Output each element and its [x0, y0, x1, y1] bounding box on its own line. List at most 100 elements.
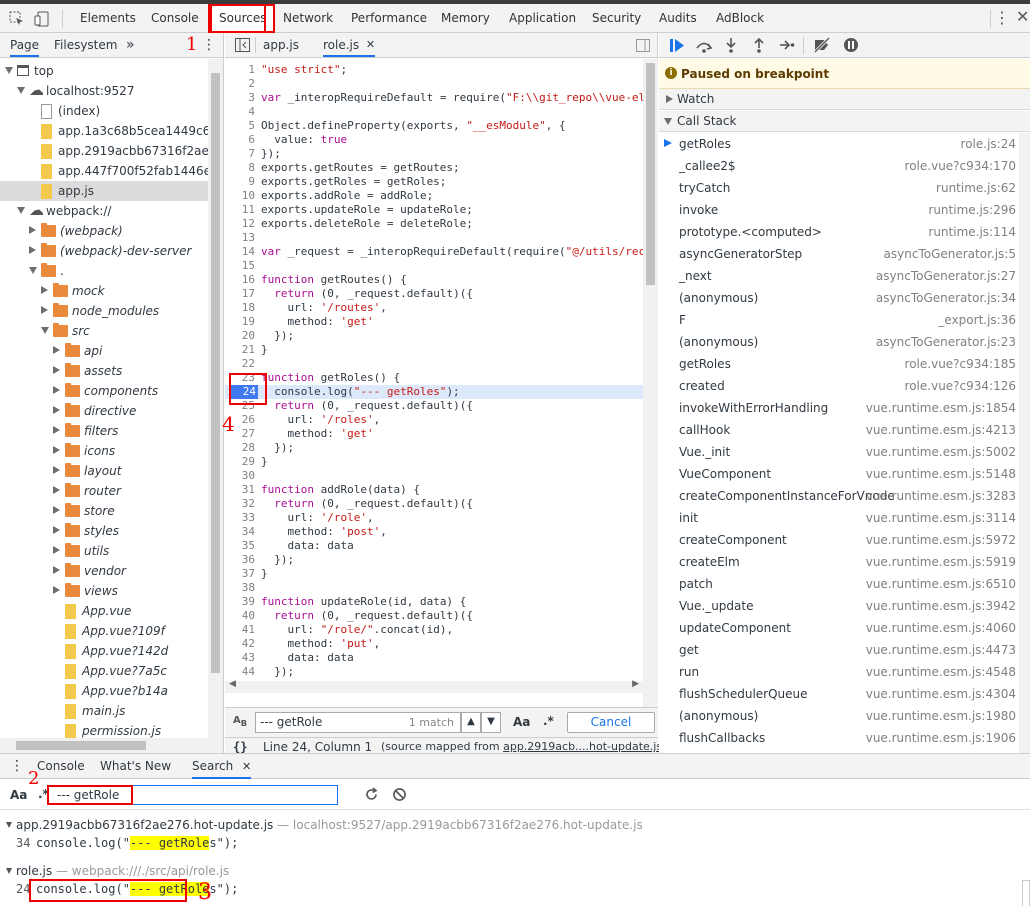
chevron-right-icon[interactable]: [53, 566, 60, 574]
tree-item[interactable]: icons: [0, 441, 208, 461]
code-line[interactable]: 29}: [225, 455, 643, 469]
frame-location[interactable]: _export.js:36: [938, 309, 1016, 331]
scroll-left-icon[interactable]: ◀: [229, 679, 236, 689]
call-frame[interactable]: (anonymous) asyncToGenerator.js:23: [659, 331, 1030, 353]
tree-item[interactable]: api: [0, 341, 208, 361]
line-number[interactable]: 39: [225, 595, 255, 609]
line-number[interactable]: 16: [225, 273, 255, 287]
call-frame[interactable]: Vue._update vue.runtime.esm.js:3942: [659, 595, 1030, 617]
tree-item[interactable]: App.vue?109f: [0, 621, 208, 641]
tree-item[interactable]: app.1a3c68b5cea1449c670e: [0, 121, 208, 141]
source-map-link[interactable]: app.2919acb....hot-update.js: [503, 740, 662, 753]
tree-item[interactable]: .: [0, 261, 208, 281]
refresh-icon[interactable]: [364, 787, 379, 802]
frame-location[interactable]: vue.runtime.esm.js:6510: [866, 573, 1016, 595]
call-frame[interactable]: tryCatch runtime.js:62: [659, 177, 1030, 199]
tab-application[interactable]: Application: [509, 4, 576, 33]
code-line[interactable]: 5 Object.defineProperty(exports, "__esMod…: [225, 119, 643, 133]
code-line[interactable]: 25 return (0, _request.default)({: [225, 399, 643, 413]
line-number[interactable]: 13: [225, 231, 255, 245]
frame-location[interactable]: vue.runtime.esm.js:1980: [866, 705, 1016, 727]
code-line[interactable]: 2: [225, 77, 643, 91]
search-result-file[interactable]: app.2919acbb67316f2ae276.hot-update.js —…: [6, 818, 643, 832]
tree-item[interactable]: utils: [0, 541, 208, 561]
line-number[interactable]: 44: [225, 665, 255, 679]
frame-location[interactable]: runtime.js:62: [936, 177, 1016, 199]
frame-location[interactable]: vue.runtime.esm.js:3283: [866, 485, 1016, 507]
navigator-hscroll-thumb[interactable]: [16, 741, 146, 750]
line-number[interactable]: 12: [225, 217, 255, 231]
chevron-right-icon[interactable]: [29, 226, 36, 234]
pretty-print-icon[interactable]: {}: [233, 740, 247, 754]
tree-item[interactable]: app.2919acbb67316f2ae276: [0, 141, 208, 161]
call-frame[interactable]: flushSchedulerQueue vue.runtime.esm.js:43…: [659, 683, 1030, 705]
code-line[interactable]: 39 function updateRole(id, data) {: [225, 595, 643, 609]
code-line[interactable]: 9 exports.getRoles = getRoles;: [225, 175, 643, 189]
tree-item[interactable]: node_modules: [0, 301, 208, 321]
tree-item[interactable]: app.js: [0, 181, 208, 201]
frame-location[interactable]: vue.runtime.esm.js:3114: [866, 507, 1016, 529]
tree-item[interactable]: App.vue: [0, 601, 208, 621]
chevron-right-icon[interactable]: [41, 286, 48, 294]
code-line[interactable]: 6 value: true: [225, 133, 643, 147]
frame-location[interactable]: asyncToGenerator.js:34: [876, 287, 1016, 309]
tab-whats-new[interactable]: What's New: [100, 754, 171, 779]
code-line[interactable]: 28 });: [225, 441, 643, 455]
chevron-down-icon[interactable]: [17, 207, 25, 214]
line-number[interactable]: 14: [225, 245, 255, 259]
find-previous-icon[interactable]: ▲: [461, 712, 481, 733]
line-number[interactable]: 6: [225, 133, 255, 147]
resume-icon[interactable]: [669, 38, 685, 53]
code-line[interactable]: 38: [225, 581, 643, 595]
chevron-right-icon[interactable]: [53, 526, 60, 534]
tab-filesystem[interactable]: Filesystem: [54, 33, 117, 57]
toggle-navigator-icon[interactable]: [235, 38, 250, 52]
more-tabs-chevron-icon[interactable]: »: [126, 33, 135, 57]
search-result-file[interactable]: role.js — webpack:///./src/api/role.js: [6, 864, 229, 878]
tree-item[interactable]: ☁ localhost:9527: [0, 81, 208, 101]
tree-item[interactable]: styles: [0, 521, 208, 541]
line-number[interactable]: 8: [225, 161, 255, 175]
chevron-right-icon[interactable]: [53, 406, 60, 414]
regex-button[interactable]: .*: [543, 714, 554, 728]
editor-tab-app-js[interactable]: app.js: [263, 33, 299, 57]
line-number[interactable]: 10: [225, 189, 255, 203]
line-number[interactable]: 19: [225, 315, 255, 329]
code-line[interactable]: 4: [225, 105, 643, 119]
navigator-scrollbar-thumb[interactable]: [211, 73, 220, 673]
line-number[interactable]: 1: [225, 63, 255, 77]
chevron-right-icon[interactable]: [53, 366, 60, 374]
chevron-right-icon[interactable]: [53, 446, 60, 454]
close-tab-icon[interactable]: ✕: [242, 754, 251, 779]
code-line[interactable]: 30: [225, 469, 643, 483]
frame-location[interactable]: role.vue?c934:170: [905, 155, 1016, 177]
code-line[interactable]: 16 function getRoutes() {: [225, 273, 643, 287]
editor-tab-role-js[interactable]: role.js ✕: [323, 33, 376, 57]
step-into-icon[interactable]: [725, 37, 737, 53]
code-line[interactable]: 42 method: 'put',: [225, 637, 643, 651]
line-number[interactable]: 33: [225, 511, 255, 525]
line-number[interactable]: 4: [225, 105, 255, 119]
tree-item[interactable]: top: [0, 61, 208, 81]
code-line[interactable]: 22: [225, 357, 643, 371]
code-line[interactable]: 19 method: 'get': [225, 315, 643, 329]
call-frame[interactable]: init vue.runtime.esm.js:3114: [659, 507, 1030, 529]
tree-item[interactable]: components: [0, 381, 208, 401]
frame-location[interactable]: vue.runtime.esm.js:1906: [866, 727, 1016, 749]
frame-location[interactable]: role.js:24: [961, 133, 1016, 155]
tree-item[interactable]: filters: [0, 421, 208, 441]
tab-memory[interactable]: Memory: [441, 4, 490, 33]
line-number[interactable]: 32: [225, 497, 255, 511]
tree-item[interactable]: App.vue?b14a: [0, 681, 208, 701]
editor-hscroll-track[interactable]: ◀ ▶: [225, 679, 643, 693]
call-frame[interactable]: VueComponent vue.runtime.esm.js:5148: [659, 463, 1030, 485]
code-line[interactable]: 36 });: [225, 553, 643, 567]
step-over-icon[interactable]: [695, 39, 713, 53]
frame-location[interactable]: vue.runtime.esm.js:5002: [866, 441, 1016, 463]
tree-item[interactable]: store: [0, 501, 208, 521]
call-frame[interactable]: (anonymous) vue.runtime.esm.js:1980: [659, 705, 1030, 727]
frame-location[interactable]: runtime.js:114: [928, 221, 1016, 243]
device-toolbar-icon[interactable]: [33, 10, 51, 28]
step-icon[interactable]: [779, 39, 795, 51]
line-number[interactable]: 5: [225, 119, 255, 133]
